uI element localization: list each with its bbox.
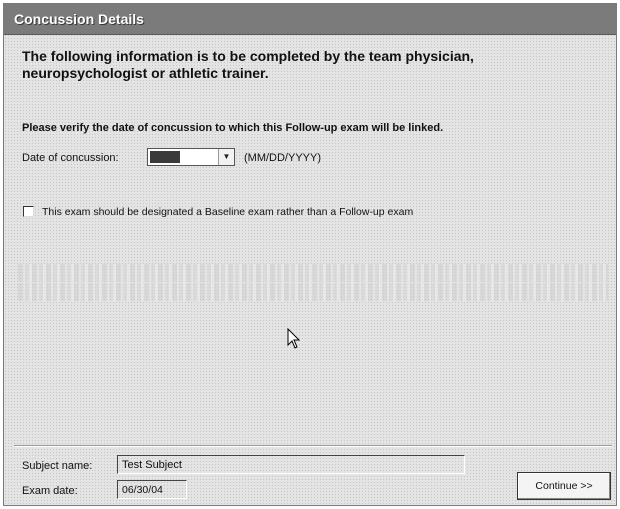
date-of-concussion-select[interactable]: ▼ [147,148,235,166]
title-bar: Concussion Details [4,4,616,35]
subject-name-label: Subject name: [22,460,93,472]
background-artifact [18,264,608,282]
baseline-exam-checkbox-label[interactable]: This exam should be designated a Baselin… [42,206,413,218]
continue-button[interactable]: Continue >> [517,472,611,500]
subject-name-field[interactable] [117,455,465,474]
mouse-pointer-icon [287,328,301,349]
concussion-details-window: Concussion Details The following informa… [3,3,617,506]
baseline-exam-checkbox[interactable] [23,206,34,217]
instructions-heading: The following information is to be compl… [22,48,474,81]
chevron-down-icon[interactable]: ▼ [218,149,234,165]
verify-date-instruction: Please verify the date of concussion to … [22,122,444,134]
exam-date-label: Exam date: [22,485,78,497]
date-format-hint: (MM/DD/YYYY) [244,152,321,164]
exam-date-field: 06/30/04 [117,480,187,499]
date-of-concussion-label: Date of concussion: [22,152,119,164]
background-artifact [18,283,608,301]
window-title: Concussion Details [14,11,144,27]
date-of-concussion-value [150,151,180,163]
footer-divider [14,445,612,447]
